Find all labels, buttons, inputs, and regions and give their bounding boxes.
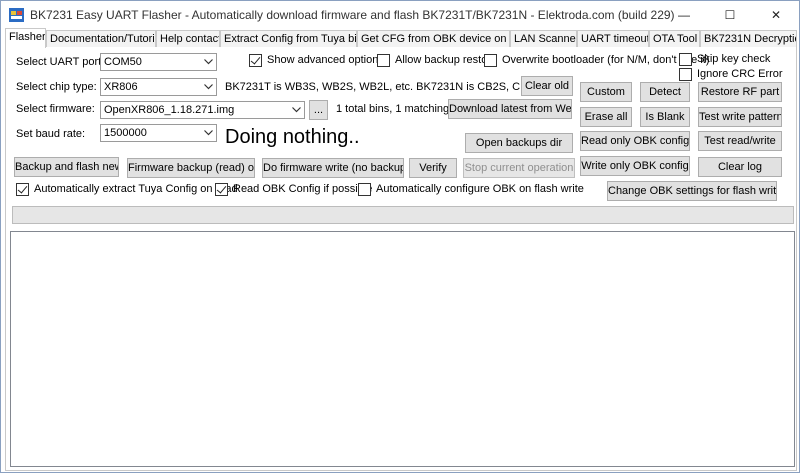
tab-get-cfg[interactable]: Get CFG from OBK device on LAN	[357, 30, 510, 47]
tab-help-contact[interactable]: Help contact	[156, 30, 220, 47]
flasher-panel: Select UART port: COM50 Select chip type…	[5, 47, 797, 471]
download-latest-button[interactable]: Download latest from Web	[448, 99, 572, 119]
write-only-obk-button[interactable]: Write only OBK config	[580, 156, 690, 176]
auto-extract-checkbox[interactable]: Automatically extract Tuya Config on rea…	[16, 182, 238, 196]
checkbox-box	[484, 53, 497, 67]
ignore-crc-checkbox[interactable]: Ignore CRC Error	[679, 67, 783, 81]
log-area[interactable]	[10, 231, 795, 467]
checkbox-box	[16, 182, 29, 196]
firmware-label: Select firmware:	[16, 103, 95, 115]
status-text: Doing nothing..	[225, 126, 360, 148]
erase-all-button[interactable]: Erase all	[580, 107, 632, 127]
checkbox-box	[679, 67, 692, 81]
checkbox-box	[249, 53, 262, 67]
tab-extract-config[interactable]: Extract Config from Tuya binary	[220, 30, 357, 47]
firmware-write-button[interactable]: Do firmware write (no backup!)	[262, 158, 404, 178]
auto-configure-checkbox[interactable]: Automatically configure OBK on flash wri…	[358, 182, 584, 196]
bins-info-text: 1 total bins, 1 matching.	[336, 103, 453, 115]
firmware-value: OpenXR806_1.18.271.img	[104, 104, 235, 116]
overwrite-bootloader-checkbox[interactable]: Overwrite bootloader (for N/M, don't use…	[484, 53, 710, 67]
show-advanced-checkbox[interactable]: Show advanced options	[249, 53, 384, 67]
minimize-button[interactable]: —	[661, 1, 707, 29]
skip-key-check-label: Skip key check	[697, 53, 771, 65]
read-obk-config-label: Read OBK Config if possible	[233, 183, 373, 195]
firmware-backup-button[interactable]: Firmware backup (read) only	[127, 158, 255, 178]
read-obk-config-checkbox[interactable]: Read OBK Config if possible	[215, 182, 372, 196]
backup-and-flash-button[interactable]: Backup and flash new	[14, 157, 119, 177]
restore-rf-button[interactable]: Restore RF part	[698, 82, 782, 102]
checkbox-box	[679, 52, 692, 66]
auto-extract-label: Automatically extract Tuya Config on rea…	[34, 183, 238, 195]
chevron-down-icon	[288, 102, 304, 118]
allow-backup-restore-checkbox[interactable]: Allow backup restore	[377, 53, 497, 67]
show-advanced-label: Show advanced options	[267, 54, 384, 66]
title-bar[interactable]: BK7231 Easy UART Flasher - Automatically…	[1, 1, 799, 29]
browse-firmware-button[interactable]: ...	[309, 100, 328, 120]
checkbox-box	[215, 182, 228, 196]
firmware-select[interactable]: OpenXR806_1.18.271.img	[100, 101, 305, 119]
verify-button[interactable]: Verify	[409, 158, 457, 178]
chevron-down-icon	[200, 79, 216, 95]
chevron-down-icon	[200, 125, 216, 141]
uart-port-select[interactable]: COM50	[100, 53, 217, 71]
test-read-write-button[interactable]: Test read/write	[698, 131, 782, 151]
minimize-icon: —	[678, 8, 690, 22]
progress-bar	[12, 206, 794, 224]
change-obk-settings-button[interactable]: Change OBK settings for flash write	[607, 181, 777, 201]
test-write-pattern-button[interactable]: Test write pattern	[698, 107, 782, 127]
allow-backup-restore-label: Allow backup restore	[395, 54, 498, 66]
skip-key-check-checkbox[interactable]: Skip key check	[679, 52, 770, 66]
tab-lan-scanner[interactable]: LAN Scanner	[510, 30, 577, 47]
tab-strip: Flasher Documentation/Tutorials Help con…	[5, 28, 797, 48]
tab-bk7231n-decryption[interactable]: BK7231N Decryption	[700, 30, 797, 47]
maximize-icon: ☐	[724, 8, 736, 22]
tab-documentation[interactable]: Documentation/Tutorials	[46, 30, 156, 47]
app-icon	[9, 8, 24, 22]
chip-type-label: Select chip type:	[16, 81, 97, 93]
auto-configure-label: Automatically configure OBK on flash wri…	[376, 183, 584, 195]
is-blank-button[interactable]: Is Blank	[640, 107, 690, 127]
close-icon: ✕	[770, 8, 782, 22]
checkbox-box	[358, 182, 371, 196]
detect-button[interactable]: Detect	[640, 82, 690, 102]
stop-operation-button[interactable]: Stop current operation	[463, 158, 575, 178]
chevron-down-icon	[200, 54, 216, 70]
uart-port-value: COM50	[104, 56, 142, 68]
baud-rate-label: Set baud rate:	[16, 128, 86, 140]
custom-button[interactable]: Custom	[580, 82, 632, 102]
tab-uart-timeouts[interactable]: UART timeouts	[577, 30, 649, 47]
uart-port-label: Select UART port:	[16, 56, 105, 68]
tab-ota-tool[interactable]: OTA Tool	[649, 30, 700, 47]
baud-rate-value: 1500000	[104, 127, 147, 139]
tab-flasher[interactable]: Flasher	[5, 28, 46, 48]
clear-log-button[interactable]: Clear log	[698, 157, 782, 177]
window-title: BK7231 Easy UART Flasher - Automatically…	[30, 8, 675, 22]
maximize-button[interactable]: ☐	[707, 1, 753, 29]
chip-type-select[interactable]: XR806	[100, 78, 217, 96]
chip-info-text: BK7231T is WB3S, WB2S, WB2L, etc. BK7231…	[225, 81, 562, 93]
read-only-obk-button[interactable]: Read only OBK config	[580, 131, 690, 151]
chip-type-value: XR806	[104, 81, 138, 93]
ignore-crc-label: Ignore CRC Error	[697, 68, 783, 80]
close-button[interactable]: ✕	[753, 1, 799, 29]
baud-rate-select[interactable]: 1500000	[100, 124, 217, 142]
open-backups-button[interactable]: Open backups dir	[465, 133, 573, 153]
checkbox-box	[377, 53, 390, 67]
clear-old-button[interactable]: Clear old	[521, 76, 573, 96]
main-window: BK7231 Easy UART Flasher - Automatically…	[0, 0, 800, 473]
